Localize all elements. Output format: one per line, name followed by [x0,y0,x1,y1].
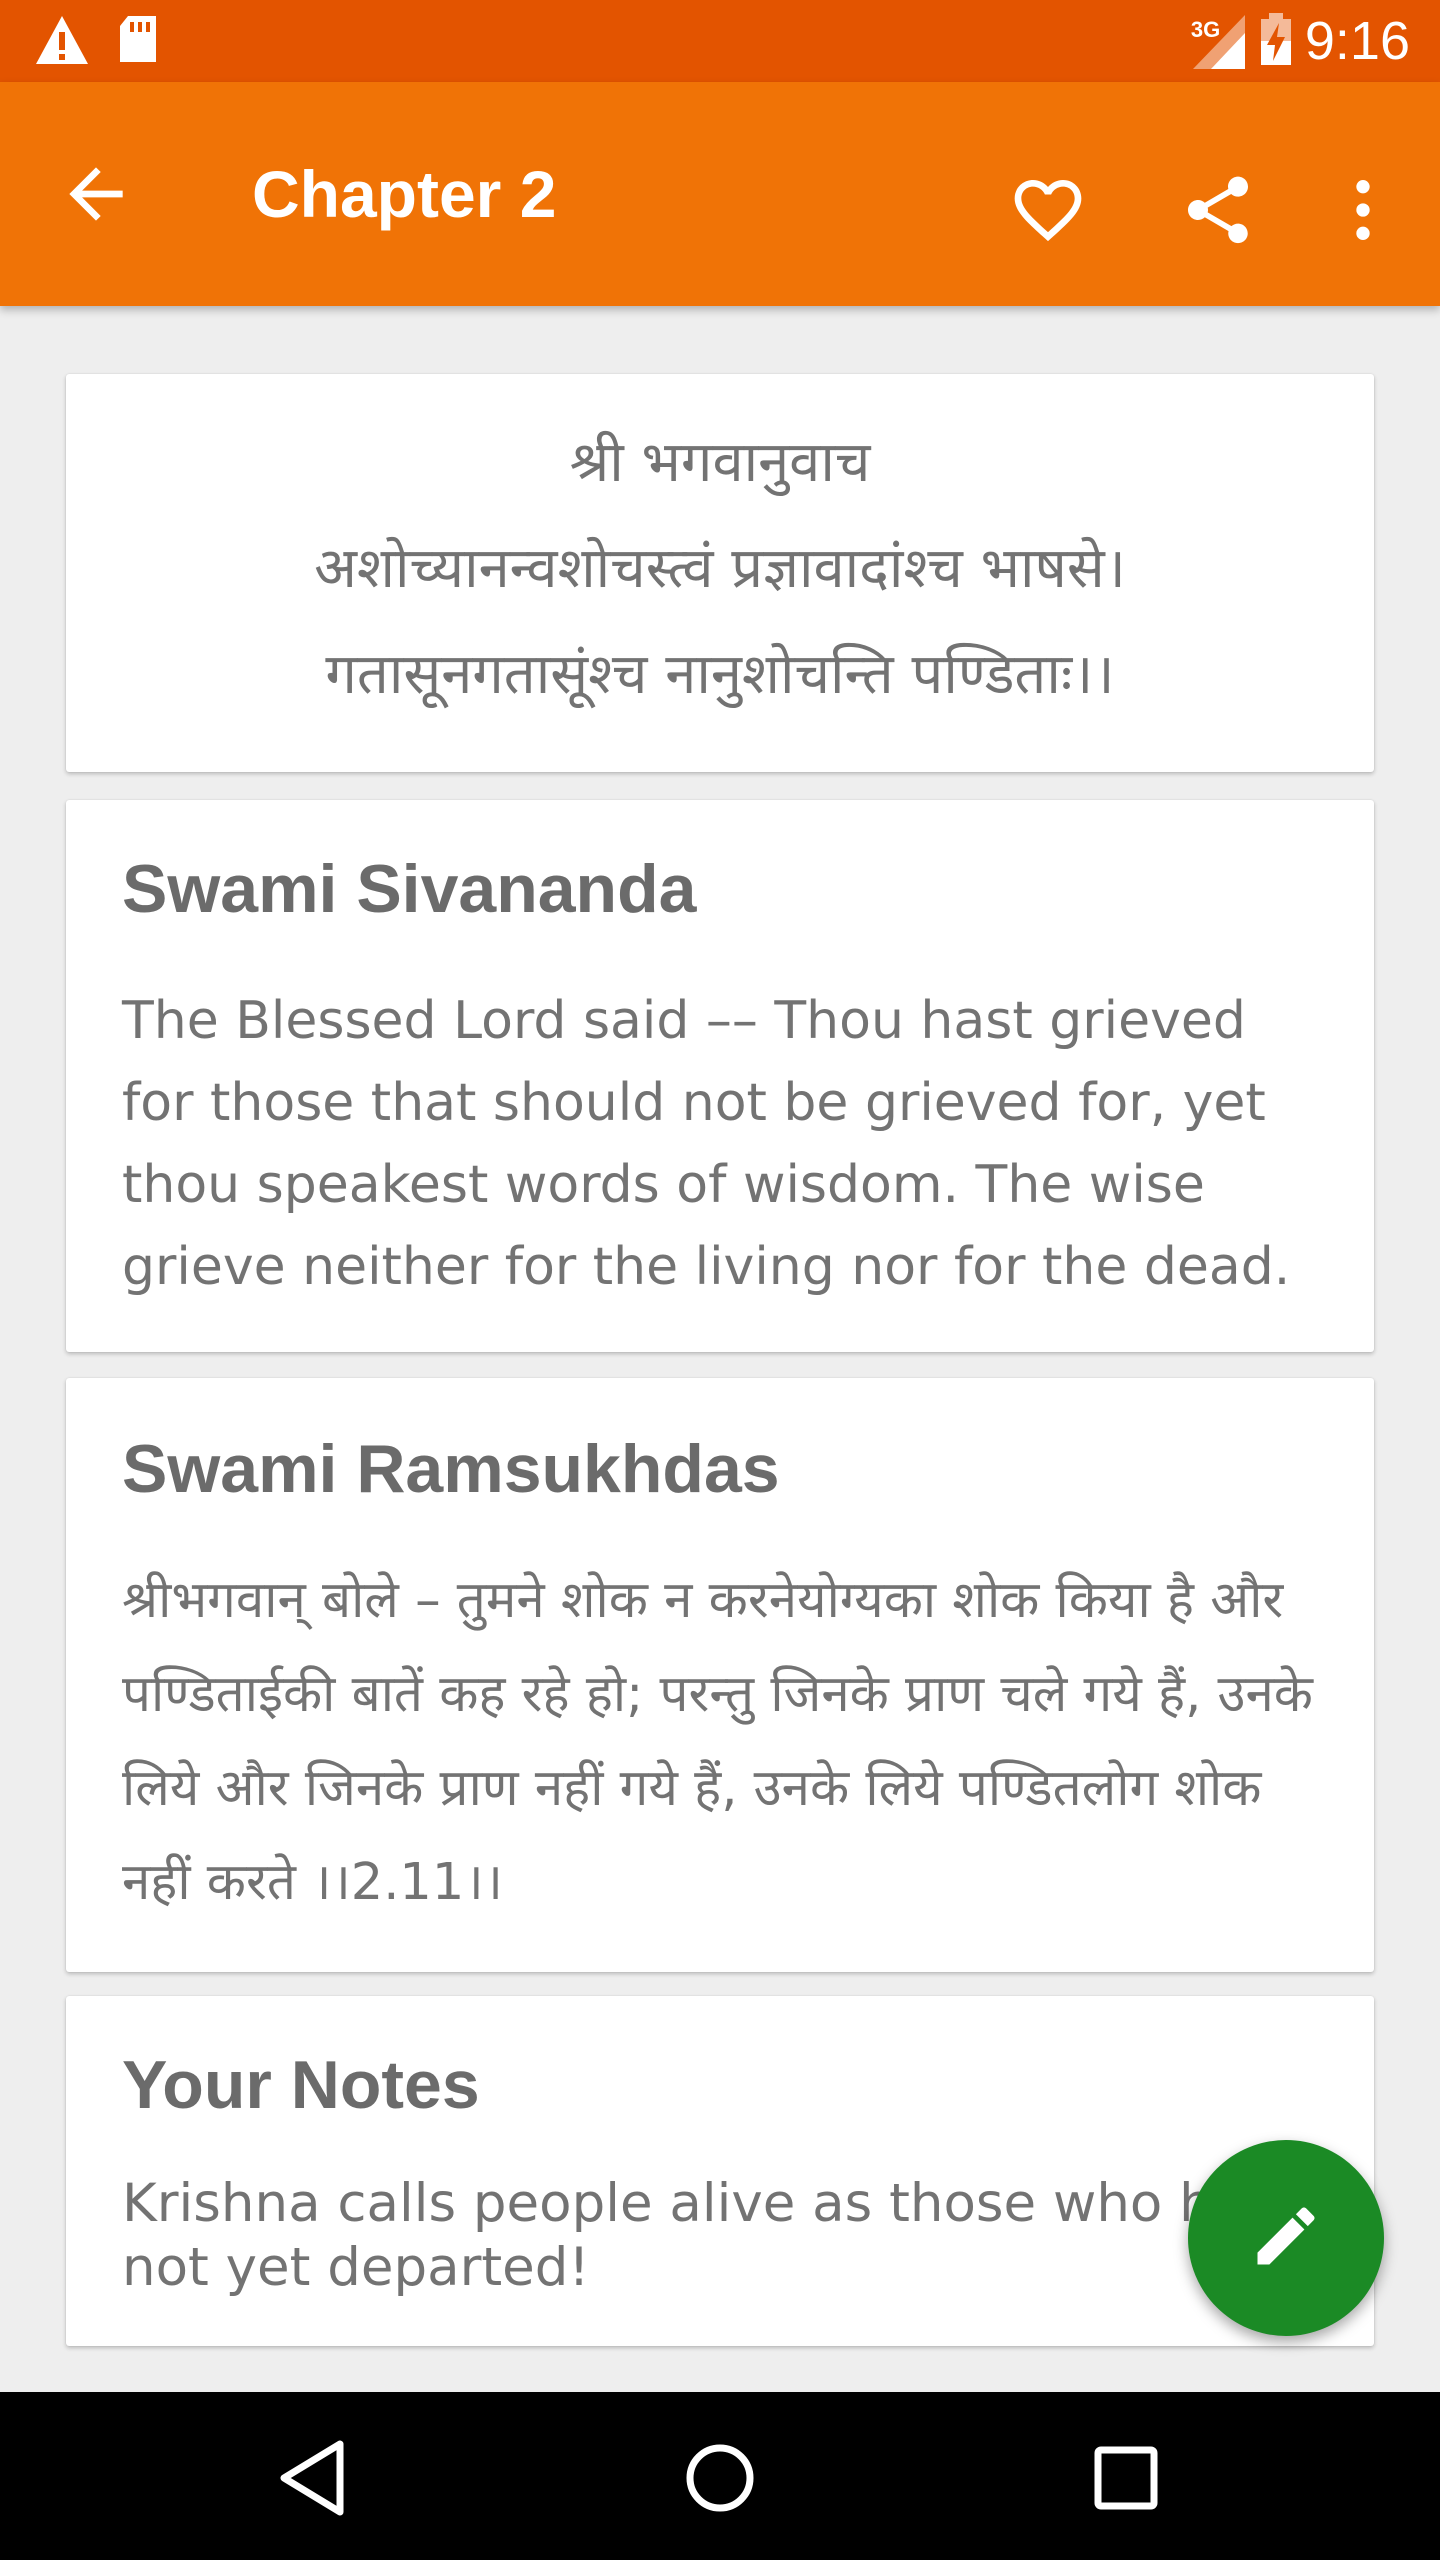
nav-recents-icon[interactable] [1078,2430,1174,2526]
notes-text: Krishna calls people alive as those who … [122,2173,1310,2298]
page-title: Chapter 2 [252,157,557,231]
heart-icon[interactable] [1008,170,1088,250]
system-nav-bar [0,2392,1440,2560]
app-bar: Chapter 2 [0,82,1440,306]
nav-home-icon[interactable] [672,2430,768,2526]
verse-card: श्री भगवानुवाच अशोच्यानन्वशोचस्त्वं प्रज… [66,374,1374,772]
verse-line: अशोच्यानन्वशोचस्त्वं प्रज्ञावादांश्च भाष… [314,536,1126,601]
nav-back-icon[interactable] [268,2430,364,2526]
back-arrow-icon[interactable] [56,154,136,234]
share-icon[interactable] [1178,170,1258,250]
sd-card-icon [116,14,160,71]
translation-text: श्रीभगवान् बोले – तुमने शोक न करनेयोग्यक… [122,1571,1313,1912]
battery-charging-icon [1259,11,1293,72]
card-title: Your Notes [122,2047,480,2123]
translation-card-sivananda: Swami Sivananda The Blessed Lord said ––… [66,800,1374,1352]
verse-line: गतासूनगतासूंश्च नानुशोचन्ति पण्डिताः।। [325,642,1115,707]
more-vert-icon[interactable] [1338,170,1388,250]
translation-text: The Blessed Lord said –– Thou hast griev… [122,991,1291,1297]
notes-card[interactable]: Your Notes Krishna calls people alive as… [66,1996,1374,2346]
status-bar: 3G 9:16 [0,0,1440,82]
edit-pencil-icon [1248,2198,1324,2279]
card-title: Swami Sivananda [122,851,697,927]
translation-card-ramsukhdas: Swami Ramsukhdas श्रीभगवान् बोले – तुमने… [66,1378,1374,1972]
status-time: 9:16 [1304,11,1410,71]
verse-line: श्री भगवानुवाच [569,430,871,495]
signal-icon: 3G [1187,11,1247,71]
edit-notes-button[interactable] [1188,2140,1384,2336]
card-title: Swami Ramsukhdas [122,1431,780,1507]
warning-icon [34,14,90,71]
